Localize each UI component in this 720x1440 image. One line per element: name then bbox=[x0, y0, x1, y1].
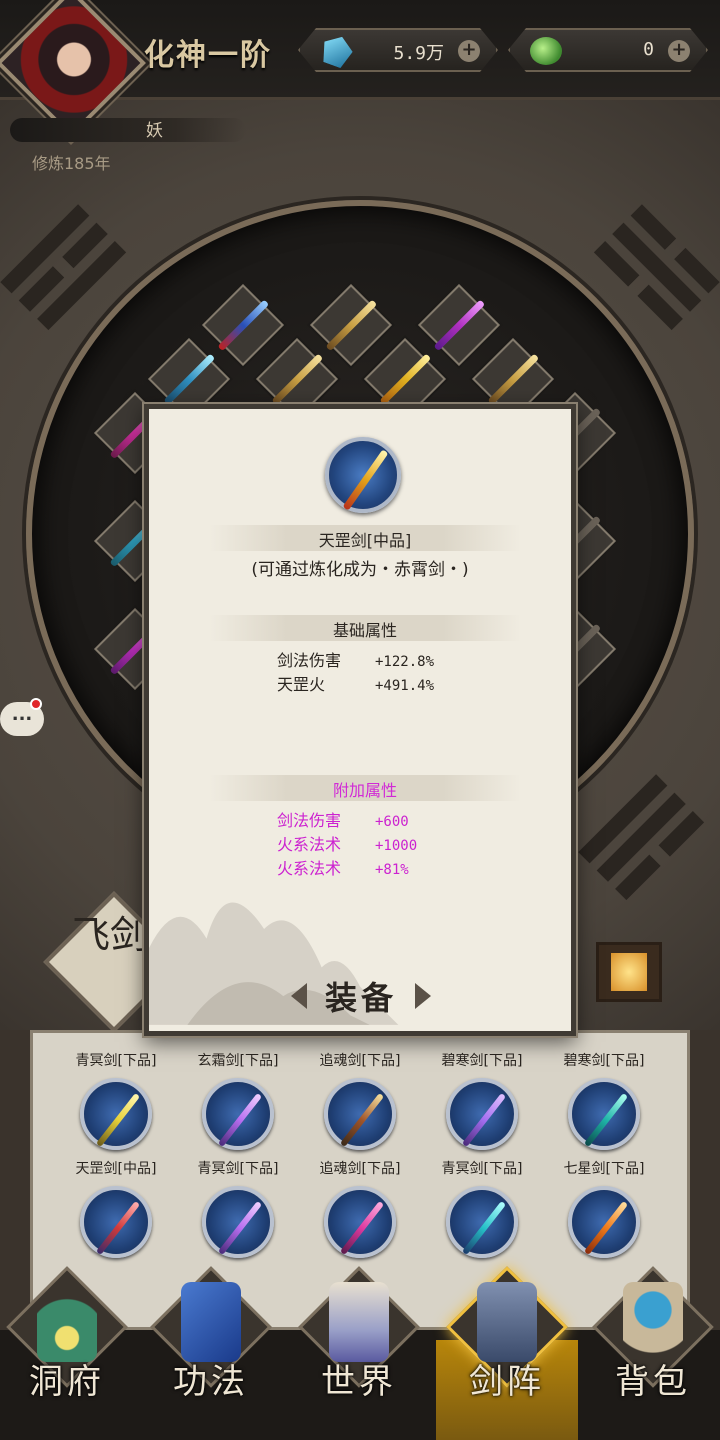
inventory-item[interactable]: 七星剑[下品] bbox=[544, 1158, 664, 1258]
add-spirit-stone-button[interactable]: + bbox=[458, 40, 480, 62]
sword-icon bbox=[324, 1186, 396, 1258]
world-scroll-icon bbox=[329, 1282, 389, 1362]
item-name: 天罡剑[中品] bbox=[318, 531, 412, 550]
cultivation-rank: 化神一阶 bbox=[144, 38, 272, 73]
spirit-stone-value: 5.9万 bbox=[393, 43, 444, 64]
nav-label: 世界 bbox=[321, 1362, 397, 1402]
inventory-item[interactable]: 青冥剑[下品] bbox=[422, 1158, 542, 1258]
inventory-item[interactable]: 追魂剑[下品] bbox=[300, 1158, 420, 1258]
attr-name: 火系法术 bbox=[277, 859, 342, 878]
inventory-item-label: 碧寒剑[下品] bbox=[441, 1053, 523, 1069]
inventory-item-label: 青冥剑[下品] bbox=[75, 1053, 157, 1069]
cave-dwelling-icon bbox=[37, 1282, 97, 1362]
nav-cave-dwelling[interactable]: 洞府 bbox=[2, 1262, 132, 1440]
refine-hint: (可通过炼化成为・赤霄剑・) bbox=[251, 560, 469, 580]
flying-sword-sign-label: 飞剑 bbox=[72, 913, 149, 957]
nav-backpack[interactable]: 背包 bbox=[588, 1262, 718, 1440]
sword-icon bbox=[446, 1078, 518, 1150]
attr-value: +122.8% bbox=[375, 654, 435, 670]
inventory-item-label: 青冥剑[下品] bbox=[441, 1161, 523, 1177]
inventory-item[interactable]: 碧寒剑[下品] bbox=[422, 1050, 542, 1150]
sword-icon bbox=[80, 1078, 152, 1150]
inventory-item[interactable]: 青冥剑[下品] bbox=[178, 1158, 298, 1258]
attr-name: 天罡火 bbox=[277, 675, 326, 694]
sword-array-icon bbox=[477, 1282, 537, 1362]
arrow-left-icon bbox=[291, 983, 307, 1009]
inventory-item[interactable]: 天罡剑[中品] bbox=[56, 1158, 176, 1258]
inventory-item[interactable]: 碧寒剑[下品] bbox=[544, 1050, 664, 1150]
attr-name: 火系法术 bbox=[277, 835, 342, 854]
jade-coin-icon bbox=[530, 37, 562, 65]
sword-icon bbox=[568, 1186, 640, 1258]
nav-world[interactable]: 世界 bbox=[294, 1262, 424, 1440]
inventory-item-label: 天罡剑[中品] bbox=[75, 1161, 157, 1177]
equip-button[interactable]: 装备 bbox=[291, 977, 431, 1017]
nav-label: 背包 bbox=[615, 1362, 691, 1402]
inventory-item[interactable]: 玄霜剑[下品] bbox=[178, 1050, 298, 1150]
jade-coin-value: 0 bbox=[643, 39, 654, 60]
sword-icon bbox=[446, 1186, 518, 1258]
inventory-item-label: 追魂剑[下品] bbox=[319, 1161, 401, 1177]
top-bar: 化神一阶 5.9万 + 0 + bbox=[0, 0, 720, 138]
item-sword-icon bbox=[325, 437, 401, 513]
lantern-icon bbox=[596, 942, 662, 1002]
inventory-item-label: 玄霜剑[下品] bbox=[197, 1053, 279, 1069]
inventory-item[interactable]: 青冥剑[下品] bbox=[56, 1050, 176, 1150]
attr-value: +81% bbox=[375, 862, 409, 878]
equip-button-label: 装备 bbox=[324, 979, 397, 1017]
inventory-item-label: 七星剑[下品] bbox=[563, 1161, 645, 1177]
extra-attr-band: 附加属性 bbox=[209, 775, 521, 801]
base-attr-band: 基础属性 bbox=[209, 615, 521, 641]
player-name: 妖 bbox=[146, 121, 163, 141]
extra-attr-row: 剑法伤害 +600 bbox=[277, 807, 409, 831]
extra-attr-row: 火系法术 +81% bbox=[277, 855, 409, 879]
inventory-item-label: 追魂剑[下品] bbox=[319, 1053, 401, 1069]
spirit-stone-icon bbox=[318, 32, 356, 70]
inventory-item-label: 青冥剑[下品] bbox=[197, 1161, 279, 1177]
extra-attr-row: 火系法术 +1000 bbox=[277, 831, 417, 855]
notification-dot bbox=[30, 698, 42, 710]
sword-icon bbox=[202, 1186, 274, 1258]
backpack-icon bbox=[623, 1282, 683, 1362]
attr-value: +600 bbox=[375, 814, 409, 830]
extra-attr-title: 附加属性 bbox=[332, 781, 397, 800]
attr-name: 剑法伤害 bbox=[277, 811, 342, 830]
base-attr-row: 天罡火 +491.4% bbox=[277, 671, 434, 695]
nav-technique[interactable]: 功法 bbox=[146, 1262, 276, 1440]
nav-label: 洞府 bbox=[29, 1362, 105, 1402]
attr-value: +1000 bbox=[375, 838, 418, 854]
nav-label: 功法 bbox=[173, 1362, 249, 1402]
sword-icon bbox=[202, 1078, 274, 1150]
base-attr-title: 基础属性 bbox=[332, 621, 397, 640]
base-attr-row: 剑法伤害 +122.8% bbox=[277, 647, 434, 671]
sword-icon bbox=[324, 1078, 396, 1150]
spirit-stone-counter: 5.9万 + bbox=[298, 28, 498, 72]
inventory-item-label: 碧寒剑[下品] bbox=[563, 1053, 645, 1069]
arrow-right-icon bbox=[415, 983, 431, 1009]
inventory-item[interactable]: 追魂剑[下品] bbox=[300, 1050, 420, 1150]
cultivation-years: 修炼185年 bbox=[32, 154, 111, 173]
item-detail-popup: 天罡剑[中品] (可通过炼化成为・赤霄剑・) 基础属性 剑法伤害 +122.8% … bbox=[144, 404, 576, 1036]
nav-sword-array[interactable]: 剑阵 bbox=[442, 1262, 572, 1440]
attr-value: +491.4% bbox=[375, 678, 435, 694]
sword-icon bbox=[80, 1186, 152, 1258]
trigram-bottom-right bbox=[571, 767, 720, 923]
technique-book-icon bbox=[181, 1282, 241, 1362]
attr-name: 剑法伤害 bbox=[277, 651, 342, 670]
sword-icon bbox=[568, 1078, 640, 1150]
add-jade-coin-button[interactable]: + bbox=[668, 40, 690, 62]
jade-coin-counter: 0 + bbox=[508, 28, 708, 72]
name-bar bbox=[10, 118, 246, 142]
nav-label: 剑阵 bbox=[469, 1362, 545, 1402]
item-name-band: 天罡剑[中品] bbox=[209, 525, 521, 551]
